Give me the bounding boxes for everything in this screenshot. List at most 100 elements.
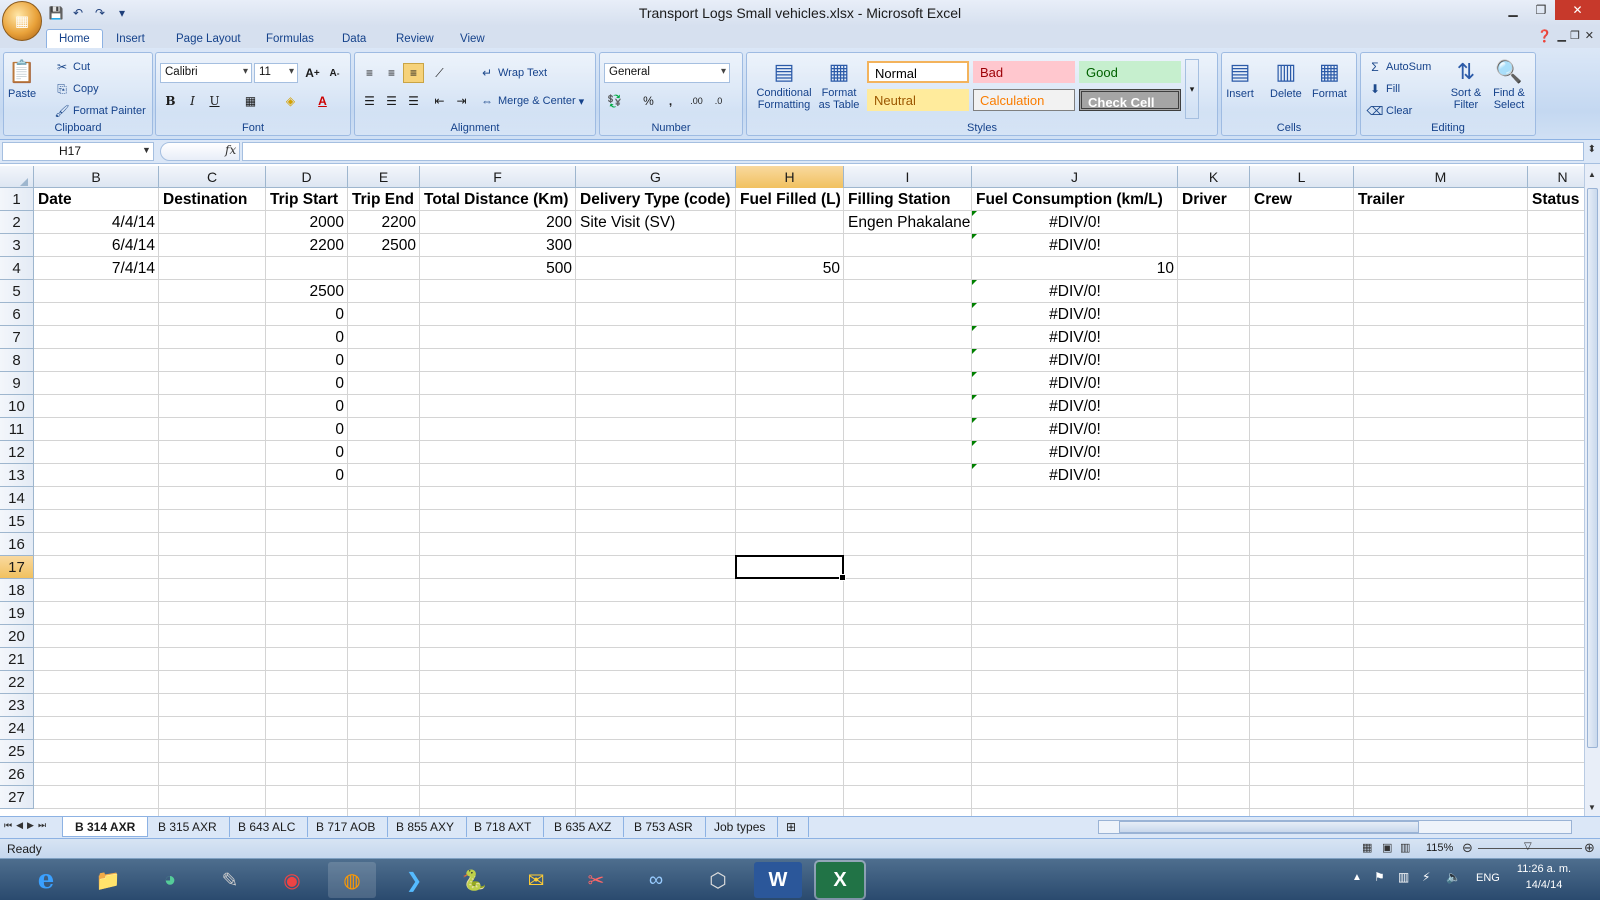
data-cell-end[interactable]: 2200 xyxy=(348,211,420,234)
ribbon-restore-icon[interactable]: ❐ xyxy=(1570,29,1580,42)
select-all-corner[interactable] xyxy=(0,166,34,188)
tab-view[interactable]: View xyxy=(448,29,497,48)
styles-more-icon[interactable]: ▾ xyxy=(1185,59,1199,119)
data-cell-date[interactable]: 4/4/14 xyxy=(34,211,159,234)
data-cell-cons[interactable]: #DIV/0! xyxy=(972,464,1178,487)
customize-qat-icon[interactable]: ▾ xyxy=(112,4,132,22)
visual-studio-icon[interactable]: ∞ xyxy=(632,862,680,898)
underline-icon[interactable]: U xyxy=(204,91,225,111)
header-cell[interactable]: Driver xyxy=(1178,188,1250,211)
row-header-15[interactable]: 15 xyxy=(0,510,34,533)
header-cell[interactable]: Status xyxy=(1528,188,1584,211)
sheet-tab[interactable]: Job types xyxy=(702,817,779,837)
data-cell-station[interactable]: Engen Phakalane xyxy=(844,211,972,234)
column-header-e[interactable]: E xyxy=(348,166,420,188)
grow-font-icon[interactable]: A + xyxy=(302,63,323,83)
column-header-j[interactable]: J xyxy=(972,166,1178,188)
data-cell-start[interactable]: 0 xyxy=(266,418,348,441)
error-indicator-icon[interactable] xyxy=(972,418,977,423)
row-header-5[interactable]: 5 xyxy=(0,280,34,303)
error-indicator-icon[interactable] xyxy=(972,326,977,331)
normal-view-icon[interactable]: ▦ xyxy=(1362,841,1372,854)
row-header-8[interactable]: 8 xyxy=(0,349,34,372)
column-header-h[interactable]: H xyxy=(736,166,844,188)
column-header-i[interactable]: I xyxy=(844,166,972,188)
workbook-close-icon[interactable]: ✕ xyxy=(1585,29,1594,42)
row-header-27[interactable]: 27 xyxy=(0,786,34,809)
data-cell-dist[interactable]: 500 xyxy=(420,257,576,280)
data-cell-start[interactable]: 0 xyxy=(266,395,348,418)
column-header-m[interactable]: M xyxy=(1354,166,1528,188)
row-header-18[interactable]: 18 xyxy=(0,579,34,602)
row-header-6[interactable]: 6 xyxy=(0,303,34,326)
chevron-down-icon[interactable]: ▼ xyxy=(142,145,151,155)
row-header-9[interactable]: 9 xyxy=(0,372,34,395)
clear-button[interactable]: ⌫ Clear xyxy=(1367,103,1413,119)
find-select-button[interactable]: 🔍 Find & Select xyxy=(1489,57,1529,111)
undo-icon[interactable]: ↶ xyxy=(68,4,88,22)
column-header-f[interactable]: F xyxy=(420,166,576,188)
word-icon[interactable]: W xyxy=(754,862,802,898)
data-cell-cons[interactable]: 10 xyxy=(972,257,1178,280)
data-cell-cons[interactable]: #DIV/0! xyxy=(972,372,1178,395)
header-cell[interactable]: Trip End xyxy=(348,188,420,211)
data-cell-start[interactable]: 2000 xyxy=(266,211,348,234)
row-header-26[interactable]: 26 xyxy=(0,763,34,786)
error-indicator-icon[interactable] xyxy=(972,372,977,377)
style-calculation[interactable]: Calculation xyxy=(973,89,1075,111)
zoom-thumb-icon[interactable]: ▽ xyxy=(1524,841,1532,852)
sheet-tab[interactable]: B 718 AXT xyxy=(462,817,545,837)
column-header-k[interactable]: K xyxy=(1178,166,1250,188)
data-cell-cons[interactable]: #DIV/0! xyxy=(972,441,1178,464)
error-indicator-icon[interactable] xyxy=(972,280,977,285)
scroll-up-icon[interactable]: ▲ xyxy=(1588,170,1596,179)
header-cell[interactable]: Total Distance (Km) xyxy=(420,188,576,211)
data-cell-dist[interactable]: 200 xyxy=(420,211,576,234)
header-cell[interactable]: Date xyxy=(34,188,159,211)
sheet-tab[interactable]: B 717 AOB xyxy=(304,817,389,837)
media-player-icon[interactable]: ◕ xyxy=(146,862,194,898)
align-top-icon[interactable]: ≡ xyxy=(359,63,380,83)
shrink-font-icon[interactable]: A- xyxy=(324,63,345,83)
data-cell-cons[interactable]: #DIV/0! xyxy=(972,349,1178,372)
worksheet-grid[interactable]: BCDEFGHIJKLMN 1 2 3 4 5 6 7 8 9 10 11 12 13 14 15 16 17 1… xyxy=(0,166,1584,816)
column-header-b[interactable]: B xyxy=(34,166,159,188)
data-cell-cons[interactable]: #DIV/0! xyxy=(972,418,1178,441)
powershell-icon[interactable]: ❯ xyxy=(390,862,438,898)
tab-formulas[interactable]: Formulas xyxy=(254,29,326,48)
error-indicator-icon[interactable] xyxy=(972,303,977,308)
percent-icon[interactable]: % xyxy=(638,91,659,111)
row-header-11[interactable]: 11 xyxy=(0,418,34,441)
scroll-down-icon[interactable]: ▼ xyxy=(1588,803,1596,812)
formula-input[interactable] xyxy=(242,142,1584,161)
row-header-4[interactable]: 4 xyxy=(0,257,34,280)
data-cell-start[interactable]: 0 xyxy=(266,349,348,372)
error-indicator-icon[interactable] xyxy=(972,441,977,446)
clock-time[interactable]: 11:26 a. m. xyxy=(1514,863,1574,875)
data-cell-cons[interactable]: #DIV/0! xyxy=(972,395,1178,418)
snipping-tool-icon[interactable]: ✂ xyxy=(572,862,620,898)
insert-function-icon[interactable]: fx xyxy=(225,143,236,157)
style-neutral[interactable]: Neutral xyxy=(867,89,969,111)
error-indicator-icon[interactable] xyxy=(972,464,977,469)
data-cell-cons[interactable]: #DIV/0! xyxy=(972,303,1178,326)
autosum-button[interactable]: Σ AutoSum xyxy=(1367,59,1431,75)
vertical-scrollbar[interactable]: ▲ ▼ xyxy=(1584,164,1600,816)
close-icon[interactable]: ✕ xyxy=(1555,0,1600,20)
horizontal-scrollbar[interactable] xyxy=(1098,820,1572,834)
row-header-13[interactable]: 13 xyxy=(0,464,34,487)
data-cell-start[interactable]: 0 xyxy=(266,326,348,349)
style-normal[interactable]: Normal xyxy=(867,61,969,83)
delete-cells-button[interactable]: ▥ Delete xyxy=(1270,57,1302,100)
data-cell-cons[interactable]: #DIV/0! xyxy=(972,211,1178,234)
error-indicator-icon[interactable] xyxy=(972,349,977,354)
error-indicator-icon[interactable] xyxy=(972,234,977,239)
office-button-icon[interactable]: ▦ xyxy=(2,1,42,41)
restore-icon[interactable]: ❐ xyxy=(1527,0,1555,20)
header-cell[interactable]: Fuel Consumption (km/L) xyxy=(972,188,1178,211)
column-header-l[interactable]: L xyxy=(1250,166,1354,188)
zoom-in-icon[interactable]: ⊕ xyxy=(1584,840,1595,856)
network-icon[interactable]: ▥ xyxy=(1398,870,1409,884)
data-cell-start[interactable]: 0 xyxy=(266,372,348,395)
error-indicator-icon[interactable] xyxy=(972,211,977,216)
